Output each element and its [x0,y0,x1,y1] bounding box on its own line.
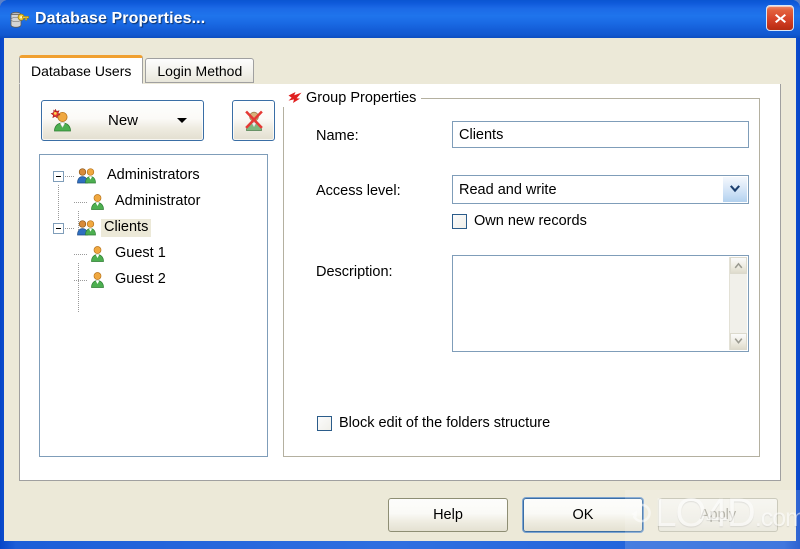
group-properties-legend: Group Properties [283,89,422,107]
description-label: Description: [316,264,393,280]
tab-database-users-label: Database Users [31,62,132,79]
title-bar[interactable]: Database Properties... [0,0,800,38]
dialog-window: Database Properties... Database Users Lo… [0,0,800,549]
database-key-icon [9,10,29,30]
description-scrollbar[interactable] [729,257,747,350]
tree-expander-icon[interactable] [53,170,64,182]
new-button-label: New [107,112,138,129]
tab-login-method[interactable]: Login Method [145,58,255,83]
user-icon [89,271,106,289]
tree-node-label: Administrators [107,167,200,184]
access-level-select[interactable]: Read and write [452,175,749,204]
ok-button-label: OK [572,507,594,523]
chevron-down-icon[interactable] [177,118,187,123]
tab-strip: Database Users Login Method [19,55,255,84]
tree-node-label: Guest 2 [115,271,166,288]
delete-user-icon [241,108,267,134]
help-button[interactable]: Help [388,498,508,532]
help-button-label: Help [433,507,463,523]
own-new-records-label: Own new records [474,213,587,229]
chevron-down-icon[interactable] [722,177,747,202]
user-group-icon [76,167,98,185]
apply-button-label: Apply [699,507,737,523]
name-label: Name: [316,128,359,144]
tree-line [65,175,75,177]
tree-node-administrators[interactable]: Administrators [40,163,267,189]
name-input-value: Clients [459,126,504,143]
tree-node-label: Guest 1 [115,245,166,262]
new-user-icon [49,108,75,134]
tree-node-label: Clients [101,219,152,237]
checkbox-icon[interactable] [452,213,467,229]
checkbox-icon[interactable] [317,415,332,431]
user-icon [89,245,106,263]
access-level-label: Access level: [316,183,401,199]
scroll-up-icon[interactable] [730,257,747,274]
tab-database-users[interactable]: Database Users [19,55,144,84]
name-input[interactable]: Clients [452,121,749,148]
tree-node-label: Administrator [115,193,201,210]
tree-node-guest-1[interactable]: Guest 1 [40,241,267,267]
access-level-value: Read and write [459,181,557,198]
block-edit-label: Block edit of the folders structure [339,415,551,431]
description-textarea[interactable] [452,255,749,352]
group-properties-legend-label: Group Properties [306,90,417,106]
apply-button: Apply [658,498,778,532]
block-edit-checkbox[interactable]: Block edit of the folders structure [317,415,550,431]
own-new-records-checkbox[interactable]: Own new records [452,213,587,229]
ok-button[interactable]: OK [523,498,643,532]
users-tree[interactable]: Administrators Administrator Clients Gue… [39,154,268,457]
close-icon[interactable] [766,5,794,31]
window-title: Database Properties... [35,10,206,27]
tree-node-clients[interactable]: Clients [40,215,267,241]
dialog-client-area: Database Users Login Method New Administ… [4,38,796,541]
scroll-down-icon[interactable] [730,333,747,350]
user-group-icon [76,219,98,237]
red-arrow-icon [287,91,303,105]
new-button[interactable]: New [41,100,204,141]
tree-expander-icon[interactable] [53,222,64,234]
tab-login-method-label: Login Method [157,62,243,79]
tree-line [74,279,88,281]
delete-user-button[interactable] [232,100,275,141]
tab-page-database-users: New Administrators Administrator Clients… [19,84,781,481]
tree-line [65,227,75,229]
tree-node-administrator[interactable]: Administrator [40,189,267,215]
tree-line [74,253,88,255]
user-icon [89,193,106,211]
tree-node-guest-2[interactable]: Guest 2 [40,267,267,293]
tree-line [74,201,88,203]
